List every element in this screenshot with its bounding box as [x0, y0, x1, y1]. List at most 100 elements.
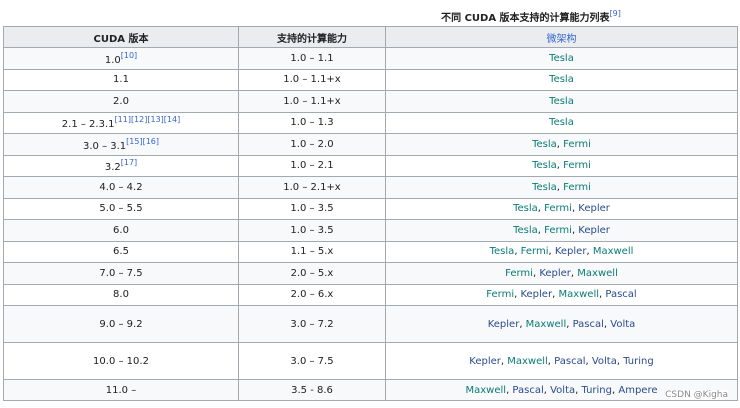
cell-compute-capability: 1.0 – 3.5 [238, 219, 386, 242]
arch-link-fermi[interactable]: Fermi [563, 182, 591, 193]
arch-link-maxwell[interactable]: Maxwell [466, 385, 507, 396]
cell-microarchitectures: Tesla [385, 90, 738, 113]
cuda-version-text: 7.0 – 7.5 [99, 267, 143, 279]
arch-link-tesla[interactable]: Tesla [549, 53, 574, 64]
cell-compute-capability: 3.5 - 8.6 [238, 379, 386, 401]
cuda-version-text: 8.0 [113, 289, 129, 301]
cell-compute-capability: 2.0 – 5.x [238, 262, 386, 285]
arch-link-kepler[interactable]: Kepler [488, 319, 520, 330]
cell-cuda-version: 2.0 [3, 90, 239, 113]
table-row: 3.2[17] 1.0 – 2.1 Tesla, Fermi [3, 154, 738, 177]
arch-link-tesla[interactable]: Tesla [490, 246, 515, 257]
table-row: 5.0 – 5.5 1.0 – 3.5 Tesla, Fermi, Kepler [3, 197, 738, 220]
table-row: 6.0 1.0 – 3.5 Tesla, Fermi, Kepler [3, 219, 738, 242]
citation-ref-link[interactable]: [11][12][13][14] [115, 115, 181, 124]
cuda-version-text: 11.0 – [105, 384, 137, 396]
cell-compute-capability: 1.1 – 5.x [238, 240, 386, 263]
citation-ref-link[interactable]: [15][16] [126, 137, 159, 146]
cell-cuda-version: 6.0 [3, 219, 239, 242]
table-row: 2.1 – 2.3.1[11][12][13][14] 1.0 – 1.3 Tesl… [3, 111, 738, 134]
arch-link-kepler[interactable]: Kepler [520, 289, 552, 300]
cell-microarchitectures: Tesla, Fermi [385, 133, 738, 156]
arch-link-kepler[interactable]: Kepler [578, 203, 610, 214]
arch-link-volta[interactable]: Volta [610, 319, 635, 330]
table-body: 1.0[10] 1.0 – 1.1 Tesla 1.1 1.0 – 1.1+x Tesla… [3, 47, 738, 401]
table-row: 9.0 – 9.2 3.0 – 7.2 Kepler, Maxwell, Pasca… [3, 305, 738, 343]
citation-ref-link[interactable]: [10] [121, 51, 137, 60]
arch-link-tesla[interactable]: Tesla [549, 117, 574, 128]
arch-link-pascal[interactable]: Pascal [512, 385, 543, 396]
arch-link-kepler[interactable]: Kepler [578, 225, 610, 236]
arch-link-tesla[interactable]: Tesla [549, 74, 574, 85]
arch-link-maxwell[interactable]: Maxwell [577, 268, 618, 279]
arch-link-turing[interactable]: Turing [581, 385, 612, 396]
cell-compute-capability: 2.0 – 6.x [238, 283, 386, 306]
header-microarchitecture-link[interactable]: 微架构 [385, 26, 738, 48]
cell-cuda-version: 8.0 [3, 283, 239, 306]
arch-link-fermi[interactable]: Fermi [521, 246, 549, 257]
arch-link-volta[interactable]: Volta [550, 385, 575, 396]
arch-link-volta[interactable]: Volta [592, 356, 617, 367]
page: 不同 CUDA 版本支持的计算能力列表[9] CUDA 版本 支持的计算能力 微… [0, 0, 740, 408]
arch-link-maxwell[interactable]: Maxwell [526, 319, 567, 330]
arch-link-fermi[interactable]: Fermi [563, 139, 591, 150]
cuda-version-text: 6.5 [113, 246, 129, 258]
cuda-version-text: 9.0 – 9.2 [99, 318, 143, 330]
cell-cuda-version: 11.0 – [3, 379, 239, 401]
arch-link-maxwell[interactable]: Maxwell [593, 246, 634, 257]
cell-cuda-version: 6.5 [3, 240, 239, 263]
cell-cuda-version: 2.1 – 2.3.1[11][12][13][14] [3, 111, 239, 134]
cell-compute-capability: 1.0 – 1.1 [238, 47, 386, 70]
cell-compute-capability: 1.0 – 3.5 [238, 197, 386, 220]
cell-microarchitectures: Kepler, Maxwell, Pascal, Volta, Turing [385, 342, 738, 380]
cell-cuda-version: 1.1 [3, 68, 239, 91]
cell-compute-capability: 1.0 – 1.1+x [238, 90, 386, 113]
arch-link-fermi[interactable]: Fermi [486, 289, 514, 300]
arch-link-pascal[interactable]: Pascal [554, 356, 585, 367]
arch-link-tesla[interactable]: Tesla [532, 139, 557, 150]
cell-cuda-version: 5.0 – 5.5 [3, 197, 239, 220]
cuda-version-text: 10.0 – 10.2 [93, 355, 149, 367]
table-row: 7.0 – 7.5 2.0 – 5.x Fermi, Kepler, Maxwell [3, 262, 738, 285]
citation-ref-link[interactable]: [17] [121, 158, 137, 167]
cell-compute-capability: 1.0 – 2.1 [238, 154, 386, 177]
arch-link-tesla[interactable]: Tesla [513, 203, 538, 214]
table-row: 6.5 1.1 – 5.x Tesla, Fermi, Kepler, Maxwel… [3, 240, 738, 263]
cell-cuda-version: 3.0 – 3.1[15][16] [3, 133, 239, 156]
cuda-version-text: 6.0 [113, 224, 129, 236]
arch-link-pascal[interactable]: Pascal [605, 289, 636, 300]
table-row: 1.1 1.0 – 1.1+x Tesla [3, 68, 738, 91]
arch-link-kepler[interactable]: Kepler [555, 246, 587, 257]
cell-cuda-version: 4.0 – 4.2 [3, 176, 239, 199]
table-row: 8.0 2.0 – 6.x Fermi, Kepler, Maxwell, Pasc… [3, 283, 738, 306]
table-caption: 不同 CUDA 版本支持的计算能力列表[9] [0, 9, 740, 24]
arch-link-maxwell[interactable]: Maxwell [507, 356, 548, 367]
cell-microarchitectures: Tesla, Fermi [385, 176, 738, 199]
arch-link-pascal[interactable]: Pascal [573, 319, 604, 330]
table-row: 10.0 – 10.2 3.0 – 7.5 Kepler, Maxwell, Pas… [3, 342, 738, 380]
arch-link-tesla[interactable]: Tesla [532, 182, 557, 193]
arch-link-tesla[interactable]: Tesla [532, 160, 557, 171]
arch-link-turing[interactable]: Turing [623, 356, 654, 367]
cuda-version-text: 2.1 – 2.3.1 [61, 119, 115, 131]
arch-link-kepler[interactable]: Kepler [539, 268, 571, 279]
cell-compute-capability: 1.0 – 1.1+x [238, 68, 386, 91]
cell-microarchitectures: Tesla [385, 68, 738, 91]
arch-link-fermi[interactable]: Fermi [563, 160, 591, 171]
cell-microarchitectures: Tesla [385, 47, 738, 70]
arch-link-maxwell[interactable]: Maxwell [558, 289, 599, 300]
arch-link-ampere[interactable]: Ampere [618, 385, 657, 396]
caption-text: 不同 CUDA 版本支持的计算能力列表 [441, 13, 610, 24]
arch-link-fermi[interactable]: Fermi [544, 225, 572, 236]
cell-compute-capability: 3.0 – 7.5 [238, 342, 386, 380]
watermark: CSDN @Kigha [665, 390, 728, 400]
cell-compute-capability: 3.0 – 7.2 [238, 305, 386, 343]
caption-ref-link[interactable]: [9] [610, 9, 621, 18]
cell-microarchitectures: Tesla, Fermi [385, 154, 738, 177]
arch-link-tesla[interactable]: Tesla [513, 225, 538, 236]
arch-link-fermi[interactable]: Fermi [505, 268, 533, 279]
arch-link-tesla[interactable]: Tesla [549, 96, 574, 107]
arch-link-fermi[interactable]: Fermi [544, 203, 572, 214]
arch-link-kepler[interactable]: Kepler [469, 356, 501, 367]
cuda-version-text: 3.2 [104, 162, 121, 174]
